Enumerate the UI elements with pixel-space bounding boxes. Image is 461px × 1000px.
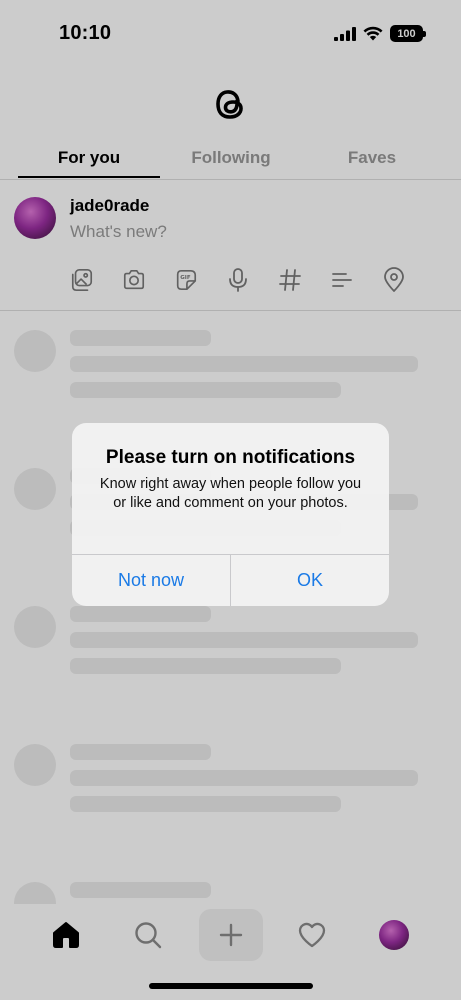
notifications-alert-dialog: Please turn on notifications Know right … [72, 423, 389, 606]
ok-button[interactable]: OK [231, 555, 389, 606]
threads-feed-screen: 10:10 100 For you Following Faves jade0r… [0, 0, 461, 1000]
not-now-button[interactable]: Not now [72, 555, 230, 606]
alert-message: Know right away when people follow you o… [99, 476, 362, 511]
alert-title: Please turn on notifications [105, 447, 356, 468]
